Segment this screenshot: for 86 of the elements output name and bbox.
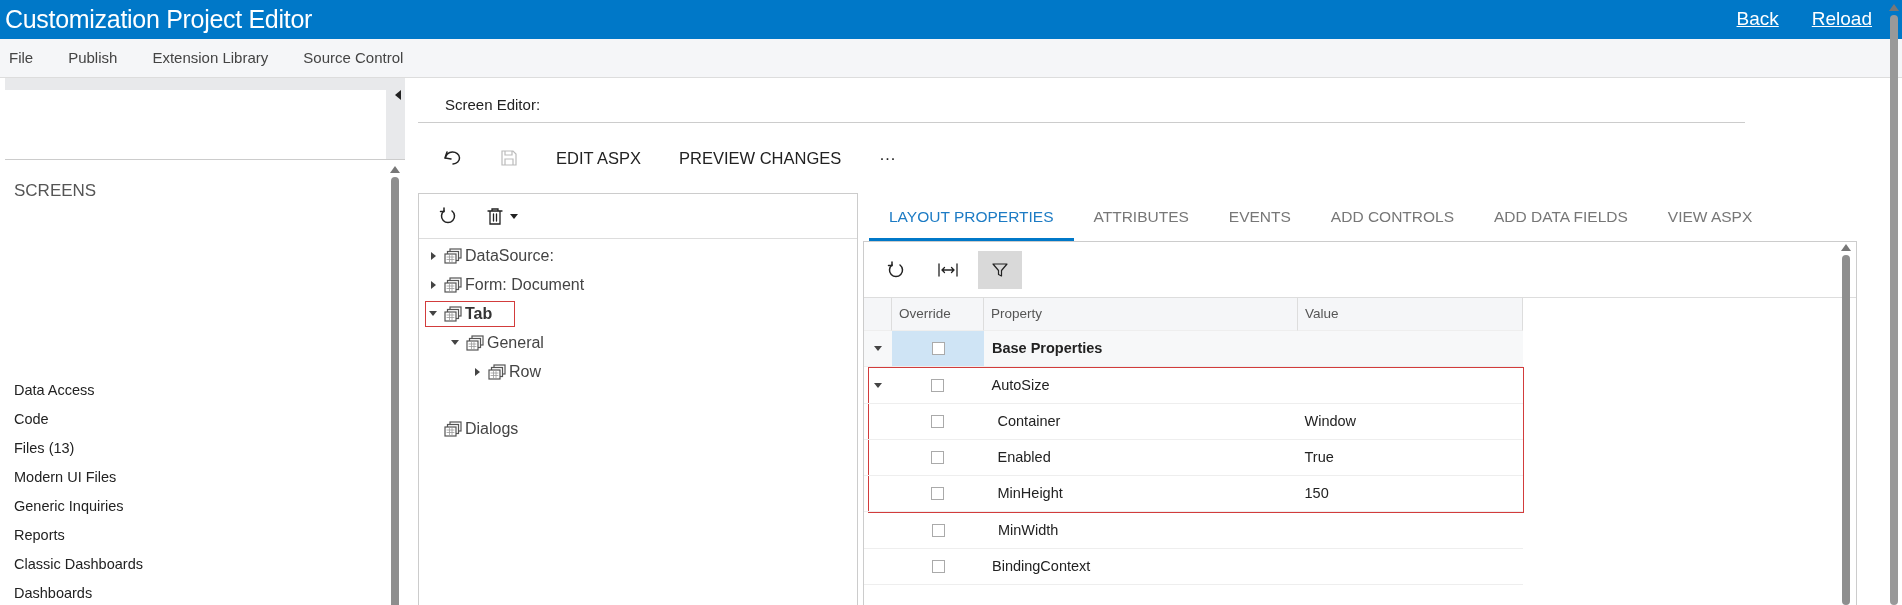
checkbox[interactable] (931, 379, 944, 392)
checkbox[interactable] (931, 487, 944, 500)
tab[interactable]: ADD CONTROLS (1310, 195, 1474, 241)
menu-item[interactable]: File (9, 46, 34, 70)
scrollbar-thumb[interactable] (1890, 15, 1898, 605)
expand-icon[interactable] (474, 367, 480, 376)
delete-button[interactable] (487, 207, 518, 225)
node-icon (443, 276, 462, 293)
toolbar-button[interactable]: PREVIEW CHANGES (679, 145, 842, 171)
tab[interactable]: ATTRIBUTES (1073, 195, 1209, 241)
collapse-icon[interactable] (395, 90, 401, 100)
column-header: Value (1305, 304, 1339, 323)
expand-icon[interactable] (429, 311, 437, 316)
header-link[interactable]: Back (1736, 8, 1779, 30)
screen-editor-label: Screen Editor: (445, 94, 541, 115)
column-header: Override (899, 304, 951, 323)
section-heading: SCREENS (14, 180, 98, 202)
grid-row[interactable]: BindingContext (864, 549, 1523, 585)
menu-item[interactable]: Extension Library (152, 46, 269, 70)
sidebar-item[interactable]: Files (13) (14, 439, 75, 456)
menu-item[interactable]: Publish (68, 46, 118, 70)
header-link[interactable]: Reload (1811, 8, 1872, 30)
tab[interactable]: ADD DATA FIELDS (1474, 195, 1648, 241)
property-name: Container (997, 411, 1061, 431)
tab[interactable]: LAYOUT PROPERTIES (869, 195, 1074, 241)
sidebar-item[interactable]: Modern UI Files (14, 468, 117, 485)
column-header: Property (991, 304, 1043, 323)
sidebar-item[interactable]: Code (14, 410, 49, 427)
grid-row[interactable]: AutoSize (863, 368, 1523, 404)
menu-item[interactable]: Source Control (303, 46, 404, 70)
sidebar-item[interactable]: Reports (14, 526, 65, 543)
sidebar-item[interactable]: Classic Dashboards (14, 555, 143, 572)
caret-icon (510, 213, 518, 219)
expand-icon[interactable] (430, 251, 436, 260)
property-name: BindingContext (992, 556, 1091, 576)
tab[interactable]: EVENTS (1208, 195, 1311, 241)
grid-row[interactable]: MinWidth (864, 513, 1523, 549)
expand-icon[interactable] (451, 340, 459, 345)
property-name: MinHeight (997, 483, 1063, 503)
checkbox[interactable] (931, 415, 944, 428)
sidebar-item[interactable]: Generic Inquiries (14, 497, 124, 514)
property-name: AutoSize (991, 375, 1050, 395)
checkbox[interactable] (931, 524, 945, 537)
scrollbar-thumb[interactable] (1842, 255, 1850, 605)
expand-icon[interactable] (873, 383, 882, 388)
window-title: Customization Project Editor (5, 3, 312, 35)
tab[interactable]: VIEW ASPX (1647, 195, 1773, 241)
tree-item[interactable]: Tab (425, 300, 516, 327)
grid-row[interactable]: Container Window (863, 404, 1523, 440)
node-icon (443, 305, 462, 322)
property-name: MinWidth (998, 520, 1059, 540)
sidebar-item[interactable]: Data Access (14, 381, 95, 398)
property-name: Base Properties (992, 338, 1103, 358)
fit-width-icon (938, 261, 958, 278)
filter-button[interactable] (978, 250, 1022, 289)
property-value: True (1304, 447, 1334, 467)
node-icon (443, 420, 462, 437)
sidebar-item[interactable]: Dashboards (14, 584, 93, 601)
filter-icon (992, 261, 1008, 278)
checkbox[interactable] (931, 560, 945, 573)
expand-icon[interactable] (430, 280, 436, 289)
property-value: 150 (1304, 483, 1329, 503)
toolbar-button[interactable]: EDIT ASPX (556, 145, 641, 171)
property-name: Enabled (997, 447, 1051, 467)
override-cell[interactable] (892, 331, 984, 367)
refresh-icon[interactable] (439, 206, 457, 226)
tree-item[interactable]: DataSource: (425, 242, 555, 269)
trash-icon (487, 207, 503, 225)
node-icon (487, 363, 506, 380)
tree-item[interactable]: Dialogs (425, 415, 520, 442)
grid-row[interactable]: MinHeight 150 (863, 476, 1523, 512)
checkbox[interactable] (931, 342, 945, 355)
tree-item[interactable]: Form: Document (425, 271, 586, 298)
tree-item[interactable]: Row (469, 358, 542, 385)
undo-icon[interactable] (442, 149, 462, 167)
grid-row[interactable]: Base Properties (864, 331, 1523, 367)
scrollbar-thumb[interactable] (391, 177, 399, 605)
toolbar-button[interactable]: ··· (879, 145, 896, 171)
refresh-icon (887, 259, 905, 280)
property-value: Window (1304, 411, 1357, 431)
node-icon (443, 247, 462, 264)
checkbox[interactable] (931, 451, 944, 464)
tree-item[interactable]: General (447, 329, 545, 356)
node-icon (465, 334, 484, 351)
expand-icon[interactable] (874, 346, 882, 351)
grid-row[interactable]: Enabled True (863, 440, 1523, 476)
